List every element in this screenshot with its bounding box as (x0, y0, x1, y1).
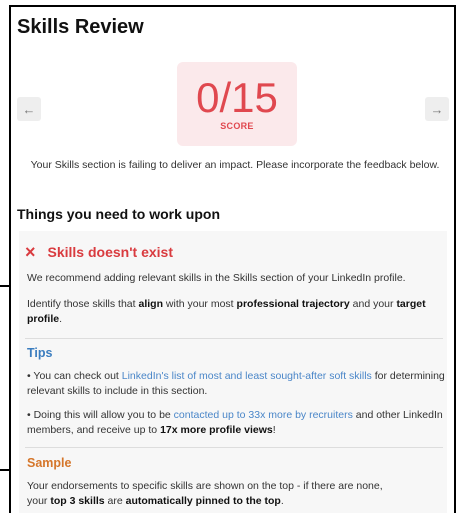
text-bold: top 3 skills (50, 495, 105, 507)
close-icon: × (25, 242, 36, 262)
score-message: Your Skills section is failing to delive… (30, 159, 440, 171)
text-bold: automatically pinned to the top (125, 495, 281, 507)
page-title: Skills Review (17, 16, 144, 38)
arrow-right-icon[interactable]: → (425, 97, 449, 121)
arrow-left-icon[interactable]: ← (17, 97, 41, 121)
text: and your (349, 298, 397, 310)
issue-guidance: Identify those skills that align with yo… (27, 297, 445, 327)
tip-item: • Doing this will allow you to be contac… (27, 408, 445, 438)
text: are (104, 495, 126, 507)
sample-text: Your endorsements to specific skills are… (27, 479, 445, 509)
score-box: 0/15 SCORE (177, 62, 297, 146)
text-bold: 17x more profile views (160, 424, 273, 436)
issue-title: Skills doesn't exist (47, 244, 174, 260)
text: . (280, 495, 284, 507)
text: Your endorsements to specific skills are… (27, 480, 383, 492)
score-value: 0/15 (196, 74, 278, 121)
issue-description: We recommend adding relevant skills in t… (27, 272, 406, 284)
side-bracket (0, 285, 9, 471)
text: ! (272, 424, 276, 436)
soft-skills-link[interactable]: LinkedIn's list of most and least sought… (122, 370, 372, 382)
text: Identify those skills that (27, 298, 139, 310)
issue-title-row: × Skills doesn't exist (25, 243, 173, 261)
section-heading: Things you need to work upon (17, 206, 220, 222)
score-label: SCORE (220, 121, 254, 131)
text: with your most (163, 298, 237, 310)
text: your (27, 495, 51, 507)
tip-item: • You can check out LinkedIn's list of m… (27, 369, 445, 399)
text-bold: professional trajectory (236, 298, 350, 310)
text-bold: align (138, 298, 163, 310)
text: • Doing this will allow you to be (27, 409, 174, 421)
divider (25, 338, 443, 339)
skills-review-card: Skills Review ← 0/15 SCORE → Your Skills… (9, 5, 456, 513)
tips-heading: Tips (27, 346, 53, 360)
recruiters-link[interactable]: contacted up to 33x more by recruiters (174, 409, 353, 421)
divider (25, 447, 443, 448)
text: • You can check out (27, 370, 122, 382)
sample-heading: Sample (27, 456, 72, 470)
text: . (59, 313, 63, 325)
